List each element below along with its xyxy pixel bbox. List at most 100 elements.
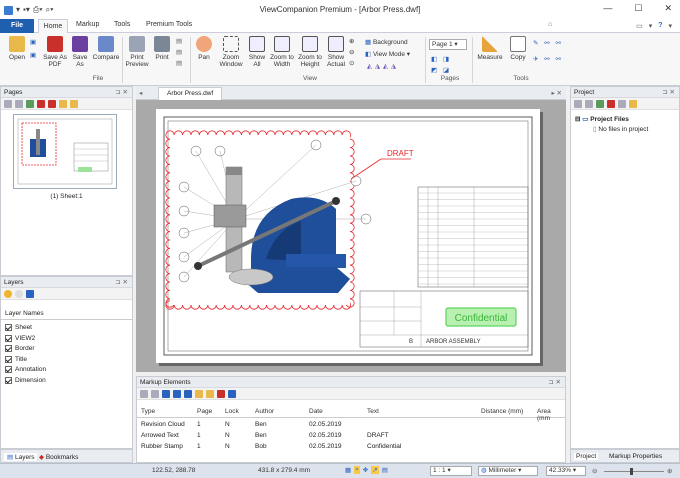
print-quick-icon[interactable]: ⎙▾ (33, 5, 43, 15)
undo-icon[interactable] (26, 290, 34, 298)
pan-status-icon[interactable]: ✥ (363, 466, 368, 474)
style-icon[interactable]: ▾ (649, 22, 653, 30)
page-tool-icon[interactable] (59, 100, 67, 108)
layer-item[interactable]: VIEW2 (5, 334, 35, 342)
project-tool-icon[interactable] (596, 100, 604, 108)
print-button[interactable]: Print (152, 36, 172, 61)
zoom-out-icon[interactable]: ⊖ (349, 48, 354, 56)
column-header[interactable]: Lock (225, 408, 239, 415)
sum-icon[interactable] (162, 390, 170, 398)
project-tool-icon[interactable] (629, 100, 637, 108)
zoom-prev-icon[interactable]: ⊙ (349, 59, 354, 67)
copy-button[interactable]: Copy (508, 36, 528, 61)
compare-button[interactable]: Compare (92, 36, 120, 61)
scale-select[interactable]: 1 : 1 ▾ (430, 466, 472, 476)
markup-tool-icon[interactable] (151, 390, 159, 398)
project-tool-icon[interactable] (574, 100, 582, 108)
page-tool-icon[interactable] (37, 100, 45, 108)
layers-markup-icon[interactable] (228, 390, 236, 398)
layer-item[interactable]: Annotation (5, 366, 46, 373)
save-as-pdf-button[interactable]: Save As PDF (42, 36, 68, 68)
page-tool-icon[interactable] (15, 100, 23, 108)
project-tool-icon[interactable] (607, 100, 615, 108)
tab-tools[interactable]: Tools (114, 21, 130, 28)
column-header[interactable]: Distance (mm) (481, 408, 523, 415)
save-quick-icon[interactable]: ▪▾ (23, 5, 30, 15)
pin-icon[interactable]: ⊐ ✕ (662, 87, 675, 98)
layer-visibility-checkbox[interactable] (5, 355, 12, 363)
measure-button[interactable]: Measure (476, 36, 504, 61)
unlock-icon[interactable] (206, 390, 214, 398)
print-option-icon[interactable]: ▤ (176, 37, 182, 45)
zoom-out-status-icon[interactable]: ⊖ (592, 467, 597, 475)
tab-file[interactable]: File (0, 19, 34, 33)
project-tool-icon[interactable] (585, 100, 593, 108)
print-option2-icon[interactable]: ▤ (176, 48, 182, 56)
close-document-icon[interactable]: ▸ ✕ (551, 89, 562, 97)
column-header[interactable]: Date (309, 408, 323, 415)
layer-item[interactable]: Dimension (5, 376, 46, 384)
pan-button[interactable]: Pan (194, 36, 214, 61)
pin-icon[interactable]: ⊐ ✕ (548, 377, 561, 388)
close-button[interactable]: ✕ (664, 3, 672, 14)
project-tool-icon[interactable] (618, 100, 626, 108)
pin-icon[interactable]: ⊐ ✕ (115, 277, 128, 288)
column-header[interactable]: Type (141, 408, 155, 415)
page-select[interactable]: Page 1 ▾ (429, 39, 467, 50)
markup-tool-icon[interactable] (140, 390, 148, 398)
zoom-to-width-button[interactable]: Zoom to Width (269, 36, 295, 68)
page-tool-icon[interactable] (70, 100, 78, 108)
table-row[interactable]: Revision Cloud 1 N Ben 02.05.2019 (137, 420, 565, 431)
page-rotate-icons[interactable]: ◩ ◪ (431, 66, 451, 74)
zoom-in-status-icon[interactable]: ⊕ (667, 467, 672, 475)
arrow-icon[interactable] (173, 390, 181, 398)
maximize-button[interactable]: ☐ (634, 3, 642, 14)
layer-visibility-checkbox[interactable] (5, 334, 12, 342)
zoom-to-height-button[interactable]: Zoom to Height (296, 36, 324, 68)
tool-icons-row1[interactable]: ✎ ⚯ ⚯ (533, 39, 563, 47)
page-tool-icon[interactable] (4, 100, 12, 108)
tab-bookmarks[interactable]: ◆ Bookmarks (39, 453, 78, 461)
filter-icon[interactable] (184, 390, 192, 398)
print-preview-button[interactable]: Print Preview (125, 36, 149, 68)
document-viewport[interactable]: DRAFT Confidential ARBOR ASSEMBLY B (136, 100, 566, 372)
open-button[interactable]: Open (6, 36, 28, 61)
layer-item[interactable]: Sheet (5, 324, 32, 331)
open-quick-icon[interactable]: ▾ (16, 5, 20, 15)
lock-icon[interactable] (195, 390, 203, 398)
zoom-window-button[interactable]: Zoom Window (218, 36, 244, 68)
tab-layers[interactable]: ▤ Layers (4, 453, 38, 461)
new-icon[interactable]: ▣ (30, 51, 36, 59)
zoom-quick-icon[interactable]: ⌕▾ (46, 5, 54, 15)
page-tool-icon[interactable] (26, 100, 34, 108)
tab-project[interactable]: Project (574, 453, 599, 460)
project-files-node[interactable]: ⊟ ▭ Project Files (575, 115, 629, 123)
show-actual-button[interactable]: Show Actual (325, 36, 347, 68)
grid-icon[interactable]: ▤ (382, 466, 388, 474)
zoom-slider-thumb[interactable] (630, 468, 633, 475)
snap-icon[interactable]: ↗ (371, 466, 379, 474)
column-header[interactable]: Page (197, 408, 212, 415)
view-mode-button[interactable]: ◧ View Mode ▾ (365, 50, 410, 58)
tool-icons-row2[interactable]: ✈ ⚯ ⚯ (533, 55, 563, 63)
tab-markup[interactable]: Markup (76, 21, 99, 28)
tab-markup-properties[interactable]: Markup Properties (609, 453, 662, 460)
print-option3-icon[interactable]: ▤ (176, 59, 182, 67)
layer-item[interactable]: Border (5, 345, 35, 352)
zoom-select[interactable]: 42.33% ▾ (546, 466, 586, 476)
delete-icon[interactable] (217, 390, 225, 398)
zoom-in-icon[interactable]: ⊕ (349, 37, 354, 45)
collapse-ribbon-icon[interactable]: ⌂ (548, 21, 552, 28)
tab-scroll-left-icon[interactable]: ◂ (139, 89, 142, 97)
layer-visibility-checkbox[interactable] (5, 324, 12, 331)
table-row[interactable]: Arrowed Text 1 N Ben 02.05.2019 DRAFT (137, 431, 565, 442)
page-thumbnail[interactable] (13, 114, 117, 189)
background-button[interactable]: ▦ Background (365, 38, 408, 46)
zoom-slider[interactable] (604, 471, 664, 472)
tab-home[interactable]: Home (38, 19, 68, 34)
options-icon[interactable]: ▾ (668, 22, 672, 30)
layer-visibility-checkbox[interactable] (5, 366, 12, 373)
layer-visibility-checkbox[interactable] (5, 345, 12, 352)
document-tab[interactable]: Arbor Press.dwf (158, 87, 223, 100)
layer-item[interactable]: Title (5, 355, 27, 363)
